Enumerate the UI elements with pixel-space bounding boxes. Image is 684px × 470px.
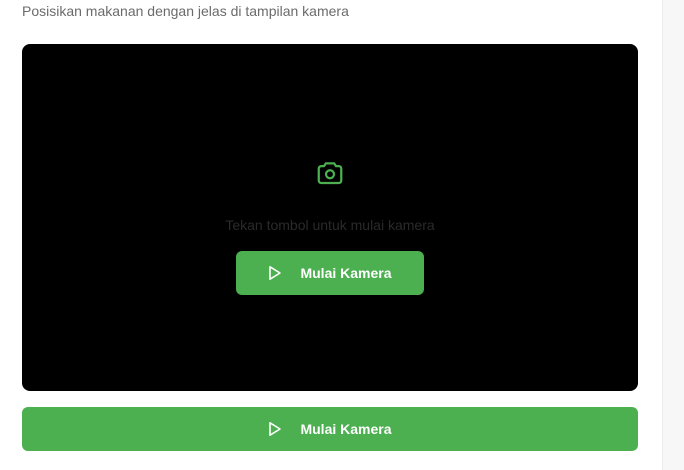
page-subtitle: Posisikan makanan dengan jelas di tampil…	[22, 3, 349, 19]
start-camera-button-overlay[interactable]: Mulai Kamera	[236, 251, 424, 295]
side-gutter	[662, 0, 684, 470]
start-camera-label: Mulai Kamera	[300, 421, 392, 437]
camera-icon	[317, 162, 343, 185]
start-camera-button[interactable]: Mulai Kamera	[22, 407, 638, 451]
camera-preview: Tekan tombol untuk mulai kamera Mulai Ka…	[22, 44, 638, 391]
play-icon	[269, 422, 282, 436]
camera-hint: Tekan tombol untuk mulai kamera	[225, 217, 435, 233]
camera-panel: Posisikan makanan dengan jelas di tampil…	[0, 0, 662, 470]
start-camera-label: Mulai Kamera	[300, 265, 392, 281]
play-icon	[269, 266, 282, 280]
